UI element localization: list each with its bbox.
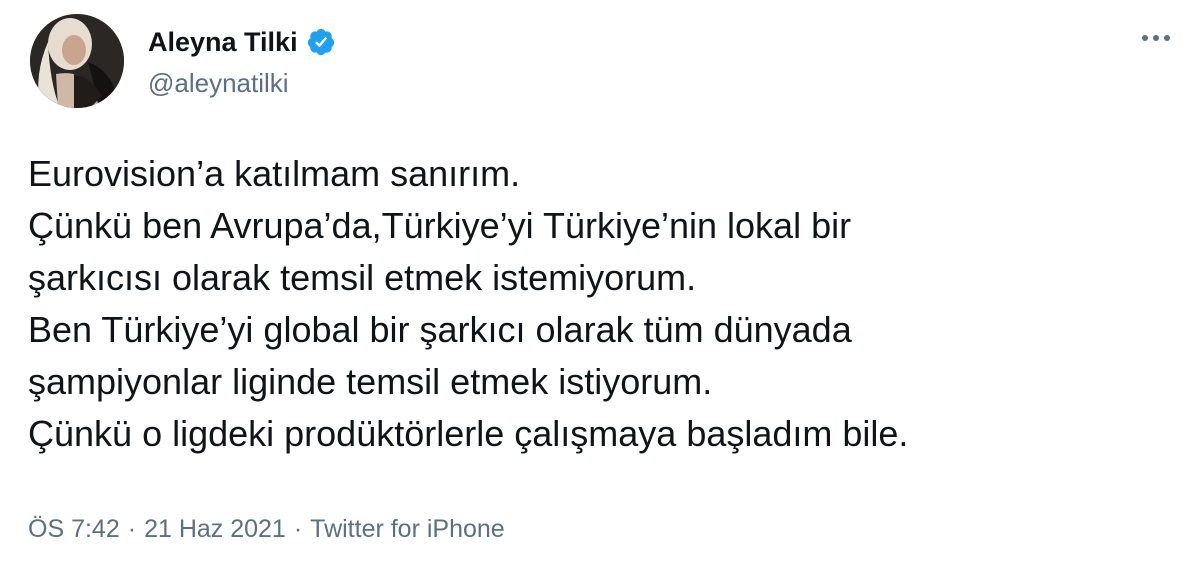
avatar-image — [30, 14, 124, 108]
tweet-metadata: ÖS 7:42 · 21 Haz 2021 · Twitter for iPhone — [28, 512, 505, 546]
author-display-name[interactable]: Aleyna Tilki — [148, 24, 298, 60]
avatar[interactable] — [30, 14, 124, 108]
author-name-row: Aleyna Tilki — [148, 24, 336, 60]
more-horizontal-icon[interactable] — [1138, 26, 1174, 50]
tweet-card: Aleyna Tilki @aleynatilki Eurovision’a k… — [0, 0, 1200, 569]
tweet-line: şarkıcısı olarak temsil etmek istemiyoru… — [28, 257, 697, 298]
meta-separator: · — [127, 515, 137, 543]
tweet-line: Çünkü o ligdeki prodüktörlerle çalışmaya… — [28, 413, 909, 454]
tweet-line: Çünkü ben Avrupa’da,Türkiye’yi Türkiye’n… — [28, 205, 852, 246]
tweet-text: Eurovision’a katılmam sanırım. Çünkü ben… — [28, 148, 1168, 460]
tweet-date[interactable]: 21 Haz 2021 — [144, 515, 286, 543]
tweet-time[interactable]: ÖS 7:42 — [28, 515, 120, 543]
tweet-line: Eurovision’a katılmam sanırım. — [28, 153, 521, 194]
tweet-line: şampiyonlar liginde temsil etmek istiyor… — [28, 361, 713, 402]
tweet-source-link[interactable]: Twitter for iPhone — [310, 515, 505, 543]
tweet-line: Ben Türkiye’yi global bir şarkıcı olarak… — [28, 309, 852, 350]
verified-badge-icon — [307, 28, 334, 56]
author-handle[interactable]: @aleynatilki — [148, 66, 289, 100]
meta-separator: · — [293, 515, 303, 543]
